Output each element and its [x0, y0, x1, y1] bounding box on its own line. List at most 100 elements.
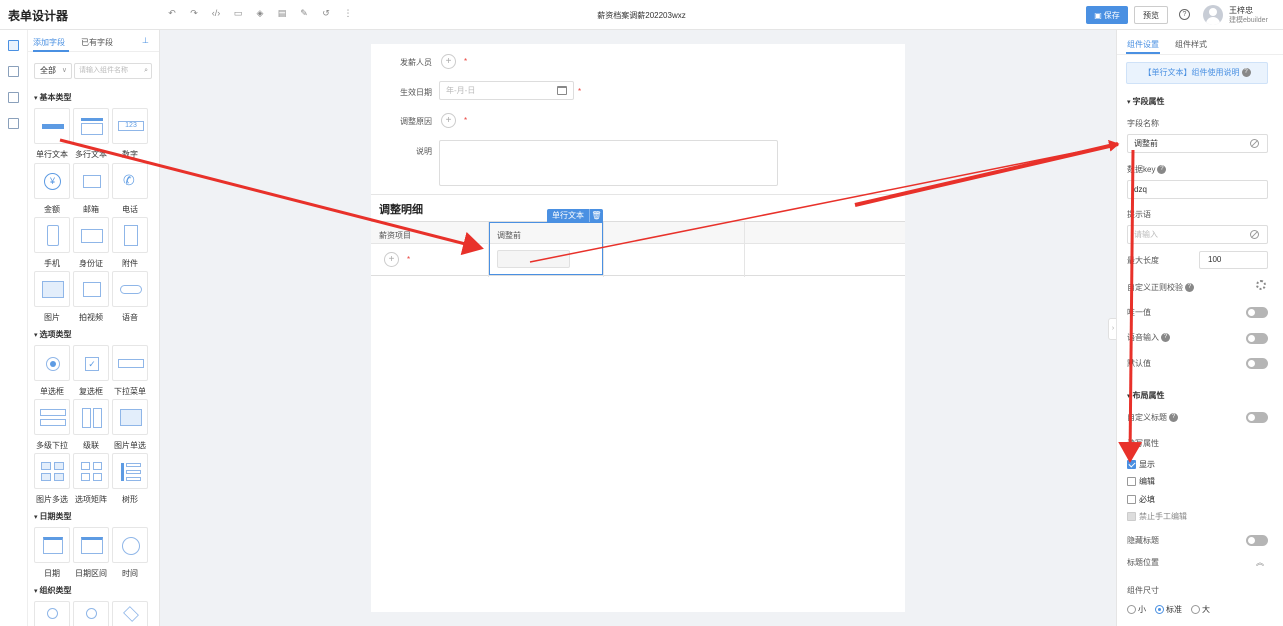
- voice-input-toggle[interactable]: [1246, 333, 1268, 344]
- widget-radio[interactable]: 单选框: [34, 345, 70, 399]
- widget-image-multi[interactable]: 图片多选: [34, 453, 70, 507]
- pin-icon[interactable]: ⊥: [142, 36, 149, 45]
- add-reason-button[interactable]: +: [441, 113, 456, 128]
- widget-dropdown[interactable]: 下拉菜单: [112, 345, 148, 399]
- hide-title-toggle[interactable]: [1246, 535, 1268, 546]
- widget-org-department[interactable]: [73, 601, 109, 626]
- form-fields-icon[interactable]: [8, 40, 19, 51]
- save-button[interactable]: ▣ 保存: [1086, 6, 1128, 24]
- widget-multi-line-text[interactable]: 多行文本: [73, 108, 109, 162]
- custom-title-toggle[interactable]: [1246, 412, 1268, 423]
- widget-date[interactable]: 日期: [34, 527, 70, 581]
- show-checkbox[interactable]: [1127, 460, 1136, 469]
- widget-date-range[interactable]: 日期区间: [73, 527, 109, 581]
- radio-standard[interactable]: [1155, 605, 1164, 615]
- tab-add-field[interactable]: 添加字段: [33, 37, 65, 48]
- widget-image[interactable]: 图片: [34, 271, 70, 325]
- widget-option-matrix[interactable]: 选项矩阵: [73, 453, 109, 507]
- widget-checkbox[interactable]: ✓ 复选框: [73, 345, 109, 399]
- before-adjust-cell-input[interactable]: [497, 250, 570, 268]
- widget-mobile[interactable]: 手机: [34, 217, 70, 271]
- unique-toggle[interactable]: [1246, 307, 1268, 318]
- category-date[interactable]: 日期类型: [34, 511, 71, 522]
- widget-time[interactable]: 时间: [112, 527, 148, 581]
- chart-icon[interactable]: [8, 92, 19, 103]
- radio-small[interactable]: [1127, 605, 1136, 615]
- widget-cascade[interactable]: 级联: [73, 399, 109, 453]
- size-small-option[interactable]: 小: [1127, 604, 1146, 615]
- description-textarea[interactable]: [439, 140, 778, 186]
- gear-icon[interactable]: [1256, 280, 1266, 290]
- edit-checkbox[interactable]: [1127, 477, 1136, 486]
- chevron-up-icon[interactable]: ︽: [1256, 557, 1264, 568]
- company-icon: [112, 601, 148, 626]
- field-properties-header[interactable]: 字段属性: [1127, 96, 1164, 107]
- widget-number[interactable]: 123 数字: [112, 108, 148, 162]
- help-icon[interactable]: ?: [1179, 9, 1190, 20]
- usage-guide-link[interactable]: 【单行文本】组件使用说明?: [1126, 62, 1268, 84]
- add-person-button[interactable]: +: [441, 54, 456, 69]
- widget-voice[interactable]: 语音: [112, 271, 148, 325]
- preview-button[interactable]: 预览: [1134, 6, 1168, 24]
- widget-multi-level-dropdown[interactable]: 多级下拉: [34, 399, 70, 453]
- preview-window-icon[interactable]: ▭: [232, 8, 244, 19]
- delete-icon[interactable]: 🗑: [589, 209, 603, 222]
- field-name-input[interactable]: 调整前: [1127, 134, 1268, 153]
- selected-component-tag[interactable]: 单行文本: [547, 209, 589, 222]
- widget-email[interactable]: 邮箱: [73, 163, 109, 217]
- question-icon[interactable]: ?: [1161, 333, 1170, 343]
- widget-id-card[interactable]: 身份证: [73, 217, 109, 271]
- redo-icon[interactable]: ↷: [188, 8, 200, 19]
- tab-component-settings[interactable]: 组件设置: [1127, 39, 1159, 50]
- widget-image-radio[interactable]: 图片单选: [112, 399, 148, 453]
- voice-icon: [112, 271, 148, 307]
- component-search-input[interactable]: 请输入组件名称 ⌕: [74, 63, 152, 79]
- no-manual-edit-label: 禁止手工编辑: [1139, 512, 1187, 521]
- max-length-input[interactable]: 100: [1199, 251, 1268, 269]
- tab-component-style[interactable]: 组件样式: [1175, 39, 1207, 50]
- widget-video[interactable]: 拍视频: [73, 271, 109, 325]
- show-checkbox-row[interactable]: 显示: [1127, 459, 1155, 470]
- save-label: 保存: [1103, 10, 1120, 20]
- radio-large[interactable]: [1191, 605, 1200, 615]
- widget-single-line-text[interactable]: 单行文本: [34, 108, 70, 162]
- required-checkbox-row[interactable]: 必填: [1127, 494, 1155, 505]
- undo-icon[interactable]: ↶: [166, 8, 178, 19]
- layers-icon[interactable]: ◈: [254, 8, 266, 19]
- question-icon[interactable]: ?: [1169, 413, 1178, 423]
- size-standard-option[interactable]: 标准: [1155, 604, 1182, 615]
- size-large-option[interactable]: 大: [1191, 604, 1210, 615]
- template-icon[interactable]: [8, 118, 19, 129]
- category-options[interactable]: 选项类型: [34, 329, 71, 340]
- edit-checkbox-row[interactable]: 编辑: [1127, 476, 1155, 487]
- more-icon[interactable]: ⋮: [342, 8, 354, 19]
- clear-icon[interactable]: [1250, 230, 1259, 239]
- layout-properties-header[interactable]: 布局属性: [1127, 390, 1164, 401]
- category-basic[interactable]: 基本类型: [34, 92, 71, 103]
- widget-attachment[interactable]: 附件: [112, 217, 148, 271]
- widget-phone[interactable]: ✆ 电话: [112, 163, 148, 217]
- add-salary-item-button[interactable]: +: [384, 252, 399, 267]
- default-value-toggle[interactable]: [1246, 358, 1268, 369]
- question-icon[interactable]: ?: [1157, 165, 1167, 175]
- layout-icon[interactable]: [8, 66, 19, 77]
- history-icon[interactable]: ↺: [320, 8, 332, 19]
- save-template-icon[interactable]: ▤: [276, 8, 288, 19]
- data-key-input[interactable]: dzq: [1127, 180, 1268, 199]
- required-checkbox[interactable]: [1127, 495, 1136, 504]
- hint-input[interactable]: 请输入: [1127, 225, 1268, 244]
- question-icon[interactable]: ?: [1185, 283, 1194, 293]
- effective-date-input[interactable]: 年-月-日: [439, 81, 574, 100]
- avatar[interactable]: [1203, 5, 1223, 25]
- category-org[interactable]: 组织类型: [34, 585, 71, 596]
- widget-tree[interactable]: 树形: [112, 453, 148, 507]
- tab-existing-fields[interactable]: 已有字段: [81, 37, 113, 48]
- edit-icon[interactable]: ✎: [298, 8, 310, 19]
- code-icon[interactable]: ‹/›: [210, 8, 222, 19]
- category-filter-select[interactable]: 全部 ∨: [34, 63, 72, 79]
- widget-org-company[interactable]: [112, 601, 148, 626]
- widget-amount[interactable]: ¥ 金额: [34, 163, 70, 217]
- widget-org-person[interactable]: [34, 601, 70, 626]
- column-header-salary-item[interactable]: 薪资项目: [379, 230, 411, 241]
- clear-icon[interactable]: [1250, 139, 1259, 148]
